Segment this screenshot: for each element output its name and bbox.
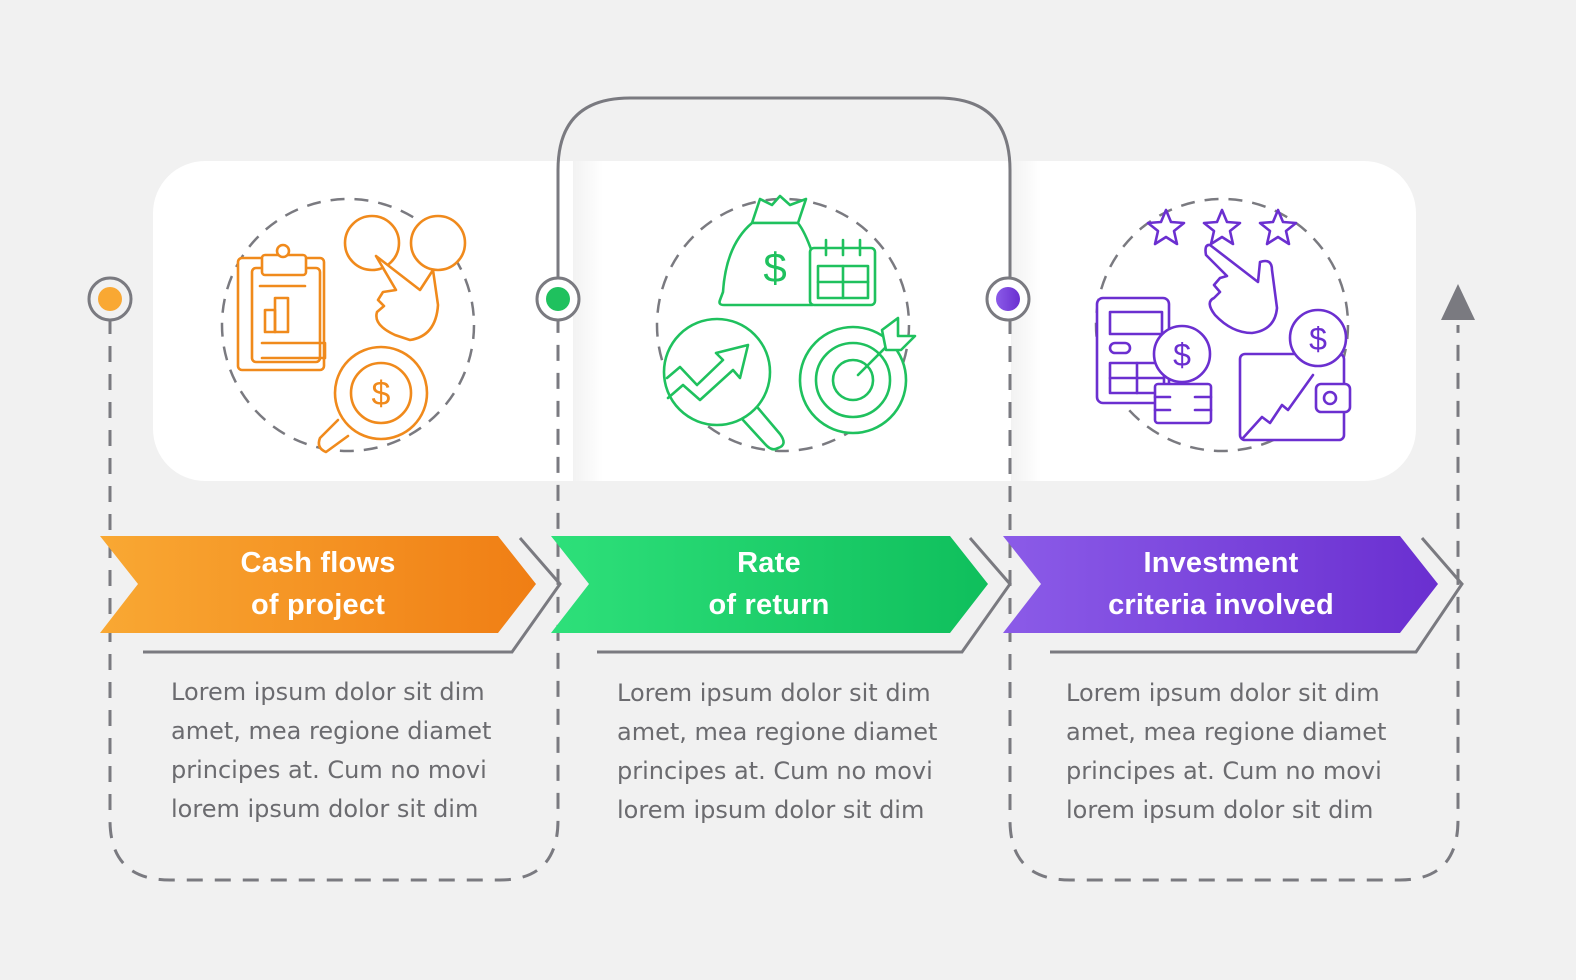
hand-pointer-icon xyxy=(1204,243,1279,335)
step-2-description: Lorem ipsum dolor sit dim amet, mea regi… xyxy=(617,679,938,824)
step-2-title: Rate of return xyxy=(708,547,830,621)
step-1-description: Lorem ipsum dolor sit dim amet, mea regi… xyxy=(171,678,492,823)
infographic: $ $ $ $ Cash flows of project Rate of re… xyxy=(0,0,1576,980)
step-3-title: Investment criteria involved xyxy=(1108,547,1334,621)
magnifier-dollar-icon: $ xyxy=(317,345,429,454)
step-1-dot xyxy=(87,276,133,322)
step-2-dot xyxy=(535,276,581,322)
up-arrow-icon xyxy=(1441,284,1475,320)
magnifier-growth-icon xyxy=(662,317,785,451)
hand-pointer-circles-icon xyxy=(343,214,467,342)
step-3-description: Lorem ipsum dolor sit dim amet, mea regi… xyxy=(1066,679,1387,824)
svg-text:$: $ xyxy=(1173,337,1191,373)
money-bag-icon: $ xyxy=(718,194,814,307)
svg-text:$: $ xyxy=(763,244,786,291)
svg-text:$: $ xyxy=(372,375,391,413)
target-arrow-icon xyxy=(798,316,917,435)
step-3-dot xyxy=(985,276,1031,322)
calendar-icon xyxy=(808,238,877,307)
diagram-graphics: $ $ $ $ xyxy=(87,96,1475,882)
svg-text:$: $ xyxy=(1309,321,1327,357)
rating-stars-icon xyxy=(1146,208,1298,246)
calculator-coins-icon: $ xyxy=(1095,296,1213,425)
clipboard-chart-icon xyxy=(236,243,327,372)
step-1-title: Cash flows of project xyxy=(240,547,396,621)
